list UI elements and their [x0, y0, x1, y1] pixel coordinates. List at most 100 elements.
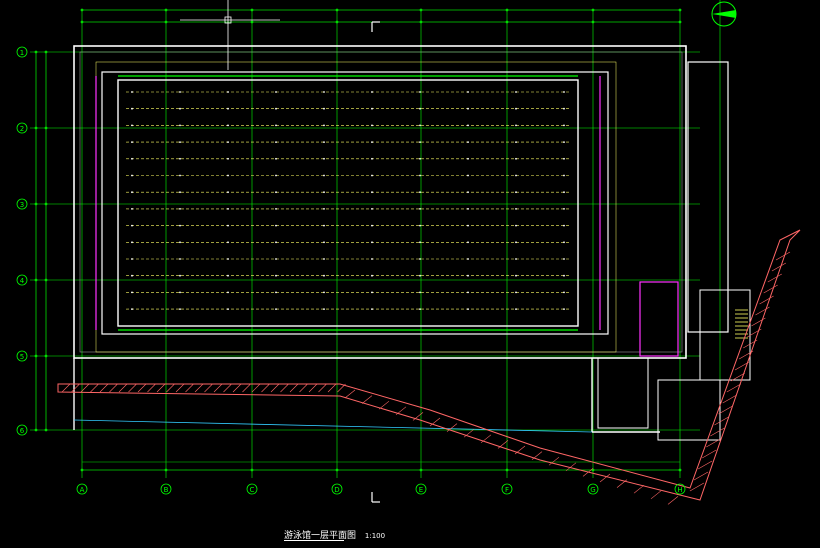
hatch-stroke [702, 449, 717, 459]
lane-marker [227, 124, 229, 127]
lane-marker [275, 91, 277, 93]
dimension-tick [34, 354, 38, 358]
grid-label: D [334, 486, 339, 494]
dimension-tick [34, 202, 38, 206]
lane-marker [179, 291, 181, 294]
lane-marker [227, 241, 229, 244]
swimming-pool [95, 61, 617, 353]
hatch-stroke [531, 451, 543, 460]
lane-marker [467, 124, 469, 127]
hatch-stroke [90, 383, 99, 393]
grid-label: 6 [20, 427, 25, 435]
lane-marker [563, 191, 565, 194]
hatch-stroke [771, 262, 787, 272]
lane-marker [323, 308, 325, 310]
lane-marker [275, 308, 277, 310]
grid-label: B [164, 486, 169, 494]
lane-marker [227, 291, 229, 294]
retaining-wall-hatch [57, 229, 801, 505]
hatch-stroke [166, 383, 175, 393]
dimension-tick [44, 202, 48, 206]
lane-marker [419, 124, 421, 127]
lane-marker [227, 258, 229, 260]
dimension-tick [505, 20, 509, 24]
lane-marker [563, 308, 565, 310]
dimension-tick [678, 20, 682, 24]
grid-label: A [80, 486, 85, 494]
hatch-stroke [185, 383, 194, 393]
lane-marker [131, 91, 133, 93]
hatch-stroke [118, 383, 128, 393]
lane-marker [179, 141, 181, 144]
lane-marker [467, 107, 469, 110]
lane-marker [515, 308, 517, 310]
dimension-tick [419, 8, 423, 12]
dimension-tick [44, 50, 48, 54]
lane-marker [467, 291, 469, 294]
hatch-stroke [689, 482, 705, 492]
lane-marker [467, 274, 469, 277]
lane-marker [515, 141, 517, 144]
lane-marker [179, 224, 181, 227]
title-underline [284, 540, 344, 541]
lane-marker [131, 191, 133, 194]
dimension-tick [335, 8, 339, 12]
lane-marker [371, 157, 373, 160]
dimension-tick [505, 468, 509, 472]
lane-marker [179, 191, 181, 194]
hatch-stroke [308, 383, 318, 393]
dimension-tick [44, 354, 48, 358]
lane-marker [227, 174, 229, 177]
lane-marker [323, 274, 325, 277]
hatch-stroke [128, 383, 137, 393]
changing-block [687, 61, 729, 333]
dimension-tick [678, 8, 682, 12]
lane-marker [371, 91, 373, 93]
lane-marker [467, 141, 469, 144]
dimension-tick [44, 428, 48, 432]
lane-marker [179, 241, 181, 244]
lane-marker [323, 241, 325, 244]
lane-marker [275, 174, 277, 177]
lane-marker [371, 191, 373, 194]
dimension-tick [505, 8, 509, 12]
lane-marker [515, 107, 517, 110]
dimension-tick [44, 126, 48, 130]
service-room [597, 357, 649, 429]
lane-marker [323, 174, 325, 177]
hatch-stroke [378, 400, 390, 410]
lane-marker [371, 274, 373, 277]
lane-marker [227, 274, 229, 277]
lane-marker [131, 308, 133, 310]
lane-marker [515, 174, 517, 177]
lane-marker [371, 258, 373, 260]
dimension-tick [419, 468, 423, 472]
lane-marker [563, 157, 565, 160]
hatch-stroke [109, 383, 118, 393]
pool-deck [101, 71, 609, 335]
hatch-stroke [395, 406, 407, 416]
lane-marker [419, 258, 421, 260]
hatch-stroke [204, 383, 213, 393]
lane-marker [515, 258, 517, 260]
lane-marker [419, 241, 421, 244]
lane-marker [515, 191, 517, 194]
hatch-stroke [767, 273, 782, 283]
hatch-stroke [738, 350, 754, 360]
hatch-stroke [194, 383, 204, 393]
lane-marker [323, 224, 325, 227]
drawing-scale: 1:100 [364, 532, 386, 540]
grid-label: H [677, 486, 682, 494]
dimension-tick [80, 20, 84, 24]
lane-marker [467, 308, 469, 310]
lane-marker [275, 274, 277, 277]
dimension-tick [34, 278, 38, 282]
lane-marker [131, 291, 133, 294]
lane-marker [515, 208, 517, 210]
lane-marker [419, 141, 421, 144]
lane-marker [131, 258, 133, 260]
floor-plan-drawing: A B C D E F G H 1 2 3 4 5 6 [16, 0, 801, 505]
hatch-stroke [337, 383, 346, 393]
lane-marker [323, 107, 325, 110]
lane-marker [131, 224, 133, 227]
